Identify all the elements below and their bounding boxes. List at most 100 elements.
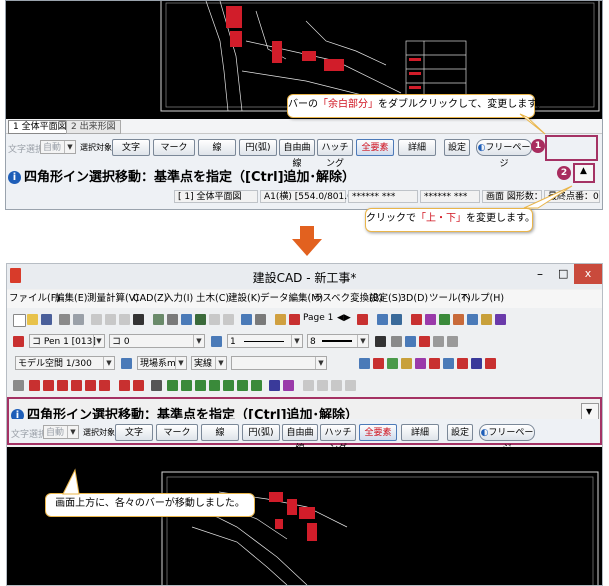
select-all-button[interactable]: 全要素	[356, 139, 394, 156]
draw-e-icon[interactable]	[71, 380, 82, 391]
draw-v-icon[interactable]	[345, 380, 356, 391]
select-mark-button[interactable]: マーク	[153, 139, 195, 156]
help-icon[interactable]	[133, 314, 144, 325]
menu-help[interactable]: ヘルプ(H)	[461, 290, 504, 308]
grid-icon[interactable]	[377, 314, 388, 325]
view-b-icon[interactable]	[373, 358, 384, 369]
zoom-icon[interactable]	[153, 314, 164, 325]
draw-d-icon[interactable]	[57, 380, 68, 391]
detail-button[interactable]: 詳細	[398, 139, 436, 156]
draw-r-icon[interactable]	[283, 380, 294, 391]
copy-icon[interactable]	[105, 314, 116, 325]
draw-u-icon[interactable]	[331, 380, 342, 391]
select-line-button[interactable]: 線	[198, 139, 236, 156]
draw-a-icon[interactable]	[13, 380, 24, 391]
draw-k-icon[interactable]	[181, 380, 192, 391]
tool-f-icon[interactable]	[481, 314, 492, 325]
view-g-icon[interactable]	[443, 358, 454, 369]
draw-g-icon[interactable]	[99, 380, 110, 391]
select-circle-button[interactable]: 円(弧)	[239, 139, 277, 156]
detail-button[interactable]: 詳細	[401, 424, 439, 441]
page-add-icon[interactable]	[357, 314, 368, 325]
pencil-icon[interactable]	[375, 336, 386, 347]
settings-button[interactable]: 設定	[444, 139, 470, 156]
extra-dropdown[interactable]: ▼	[231, 356, 327, 370]
pen-dropdown[interactable]: コ Pen 1 [013] ▼	[29, 334, 105, 348]
draw-j-icon[interactable]	[167, 380, 178, 391]
text-select-dropdown[interactable]: 自動 ▼	[40, 140, 76, 154]
maximize-button[interactable]: □	[558, 267, 568, 280]
pointer-icon[interactable]	[151, 380, 162, 391]
bar-position-toggle[interactable]: ▲	[573, 163, 595, 183]
snap-icon[interactable]	[391, 314, 402, 325]
linetype-dropdown[interactable]: 実線 ▼	[191, 356, 227, 370]
paste-icon[interactable]	[119, 314, 130, 325]
draw-n-icon[interactable]	[223, 380, 234, 391]
draw-b-icon[interactable]	[29, 380, 40, 391]
text-select-dropdown[interactable]: 自動 ▼	[43, 425, 79, 439]
layer-icon[interactable]	[195, 314, 206, 325]
select-text-button[interactable]: 文字	[115, 424, 153, 441]
view-e-icon[interactable]	[415, 358, 426, 369]
tool-b-icon[interactable]	[425, 314, 436, 325]
view-j-icon[interactable]	[485, 358, 496, 369]
freepage-button[interactable]: ◐フリーページ	[479, 424, 535, 454]
draw-m-icon[interactable]	[209, 380, 220, 391]
layer-dropdown[interactable]: コ 0 ▼	[109, 334, 205, 348]
tab-drawing-1[interactable]: 1 全体平面図	[8, 120, 72, 134]
cut-icon[interactable]	[91, 314, 102, 325]
view-c-icon[interactable]	[387, 358, 398, 369]
menu-survey[interactable]: 測量計算(V)	[87, 290, 139, 308]
draw-p-icon[interactable]	[251, 380, 262, 391]
view-a-icon[interactable]	[359, 358, 370, 369]
draw-h-icon[interactable]	[119, 380, 130, 391]
menu-construction[interactable]: 建設(K)	[228, 290, 261, 308]
draw-t-icon[interactable]	[317, 380, 328, 391]
menu-edit[interactable]: 編集(E)	[55, 290, 87, 308]
select-mark-button[interactable]: マーク	[156, 424, 198, 441]
select-hatching-button[interactable]: ハッチング	[320, 424, 356, 454]
tool-g-icon[interactable]	[495, 314, 506, 325]
linetype-icon[interactable]	[211, 336, 222, 347]
settings-button[interactable]: 設定	[447, 424, 473, 441]
space-dropdown[interactable]: モデル空間 1/300 ▼	[15, 356, 115, 370]
select-text-button[interactable]: 文字	[112, 139, 150, 156]
select-line-button[interactable]: 線	[201, 424, 239, 441]
select-freecurve-button[interactable]: 自由曲線	[279, 139, 315, 169]
style-b-icon[interactable]	[405, 336, 416, 347]
pen-color-icon[interactable]	[13, 336, 24, 347]
minimize-button[interactable]: –	[537, 267, 543, 281]
style-a-icon[interactable]	[391, 336, 402, 347]
view-h-icon[interactable]	[457, 358, 468, 369]
zoom-window-icon[interactable]	[167, 314, 178, 325]
page-settings-icon[interactable]	[289, 314, 300, 325]
undo-icon[interactable]	[209, 314, 220, 325]
view-f-icon[interactable]	[429, 358, 440, 369]
draw-s-icon[interactable]	[303, 380, 314, 391]
style-c-icon[interactable]	[419, 336, 430, 347]
tool-e-icon[interactable]	[467, 314, 478, 325]
view-d-icon[interactable]	[401, 358, 412, 369]
scale-icon[interactable]	[121, 358, 132, 369]
draw-c-icon[interactable]	[43, 380, 54, 391]
tab-drawing-2[interactable]: 2 出来形図	[66, 120, 121, 134]
menu-settings[interactable]: 設定(S)	[369, 290, 401, 308]
measure-icon[interactable]	[241, 314, 252, 325]
tool-c-icon[interactable]	[439, 314, 450, 325]
new-file-icon[interactable]	[13, 314, 26, 327]
draw-q-icon[interactable]	[269, 380, 280, 391]
close-button[interactable]: x	[574, 264, 602, 284]
search-icon[interactable]	[255, 314, 266, 325]
page-icon[interactable]	[275, 314, 286, 325]
menu-3d[interactable]: 3D(D)	[400, 290, 428, 308]
menu-cad[interactable]: CAD(Z)	[133, 290, 167, 308]
weight-dropdown[interactable]: 8 ▼	[307, 334, 369, 348]
open-folder-icon[interactable]	[27, 314, 38, 325]
line-dropdown[interactable]: 1 ▼	[227, 334, 303, 348]
style-d-icon[interactable]	[433, 336, 444, 347]
preview-icon[interactable]	[73, 314, 84, 325]
tool-d-icon[interactable]	[453, 314, 464, 325]
draw-o-icon[interactable]	[237, 380, 248, 391]
draw-f-icon[interactable]	[85, 380, 96, 391]
style-e-icon[interactable]	[447, 336, 458, 347]
